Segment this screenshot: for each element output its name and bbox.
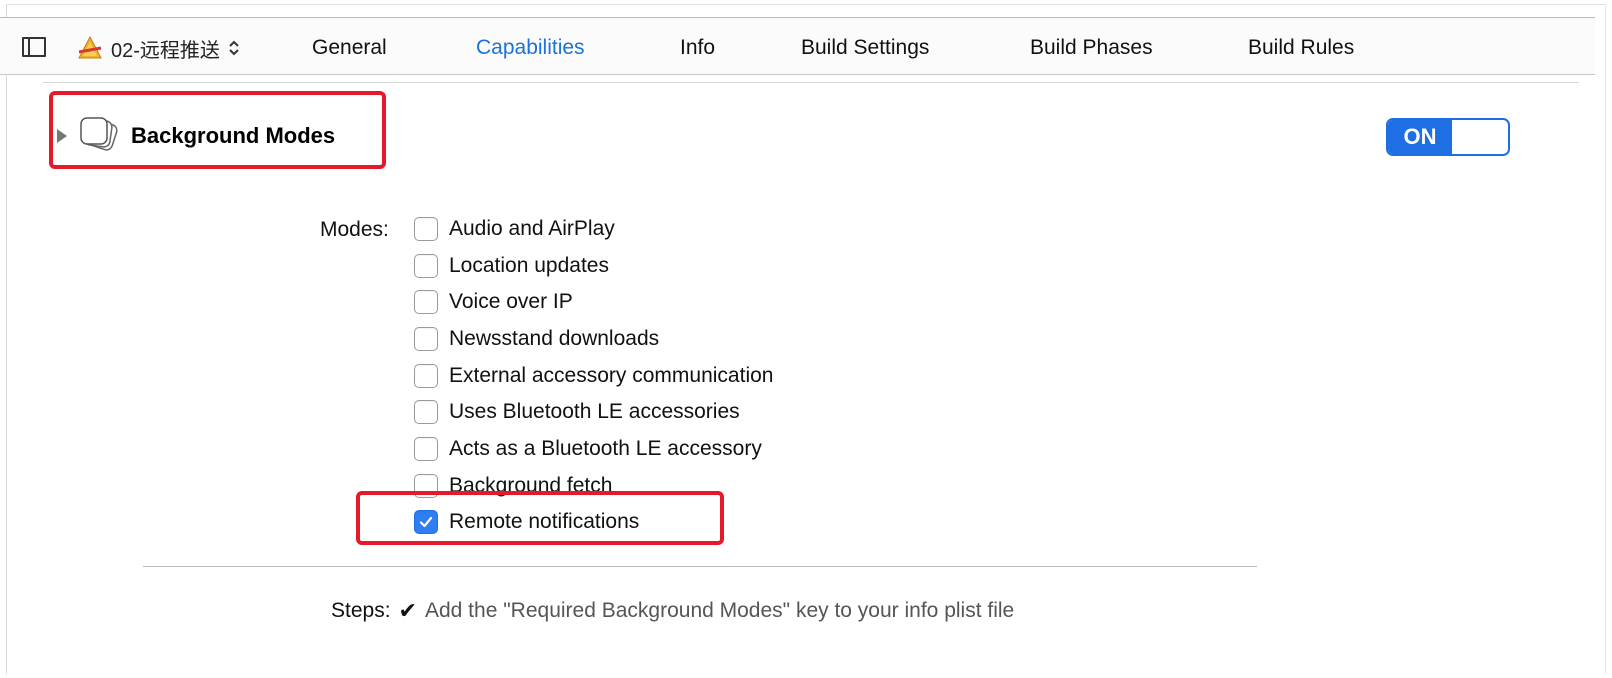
tab-bar-divider	[43, 82, 1579, 83]
mode-checkbox[interactable]	[414, 254, 438, 278]
toggle-on-label: ON	[1388, 120, 1452, 154]
tab-build-phases[interactable]: Build Phases	[1030, 36, 1153, 60]
tab-build-settings[interactable]: Build Settings	[801, 36, 929, 60]
target-name: 02-远程推送	[111, 39, 220, 62]
mode-checkbox[interactable]	[414, 217, 438, 241]
mode-label: Voice over IP	[449, 290, 573, 313]
tab-general[interactable]: General	[312, 36, 387, 60]
mode-label: Audio and AirPlay	[449, 217, 615, 240]
highlight-box-header	[49, 91, 386, 169]
tab-capabilities[interactable]: Capabilities	[476, 36, 585, 60]
steps-label: Steps:	[331, 599, 391, 622]
tab-info[interactable]: Info	[680, 36, 715, 60]
mode-checkbox[interactable]	[414, 364, 438, 388]
mode-checkbox[interactable]	[414, 400, 438, 424]
sidebar-toggle-icon[interactable]	[22, 37, 46, 57]
step-text: Add the "Required Background Modes" key …	[424, 599, 1015, 622]
checkmark-icon: ✔	[398, 598, 417, 623]
mode-location-updates[interactable]: Location updates	[414, 252, 609, 280]
mode-label: Uses Bluetooth LE accessories	[449, 400, 740, 423]
mode-newsstand-downloads[interactable]: Newsstand downloads	[414, 325, 659, 353]
mode-label: Location updates	[449, 254, 609, 277]
mode-checkbox[interactable]	[414, 327, 438, 351]
mode-uses-bluetooth-le[interactable]: Uses Bluetooth LE accessories	[414, 398, 740, 426]
mode-external-accessory[interactable]: External accessory communication	[414, 362, 773, 390]
tab-build-rules[interactable]: Build Rules	[1248, 36, 1354, 60]
mode-label: Newsstand downloads	[449, 327, 660, 350]
app-target-icon	[78, 36, 102, 59]
highlight-box-remote-notifications	[356, 491, 724, 545]
mode-label: Acts as a Bluetooth LE accessory	[449, 437, 762, 460]
mode-voice-over-ip[interactable]: Voice over IP	[414, 288, 573, 316]
mode-checkbox[interactable]	[414, 437, 438, 461]
mode-audio-airplay[interactable]: Audio and AirPlay	[414, 215, 615, 243]
steps-row: Steps: ✔ Add the "Required Background Mo…	[331, 598, 1014, 624]
chevron-updown-icon	[229, 40, 239, 56]
section-divider	[143, 566, 1257, 567]
mode-label: External accessory communication	[449, 364, 774, 387]
capability-toggle[interactable]: ON	[1386, 118, 1510, 156]
target-selector[interactable]: 02-远程推送	[77, 34, 240, 62]
modes-label: Modes:	[320, 218, 389, 241]
mode-checkbox[interactable]	[414, 290, 438, 314]
mode-acts-as-bluetooth-le[interactable]: Acts as a Bluetooth LE accessory	[414, 435, 762, 463]
